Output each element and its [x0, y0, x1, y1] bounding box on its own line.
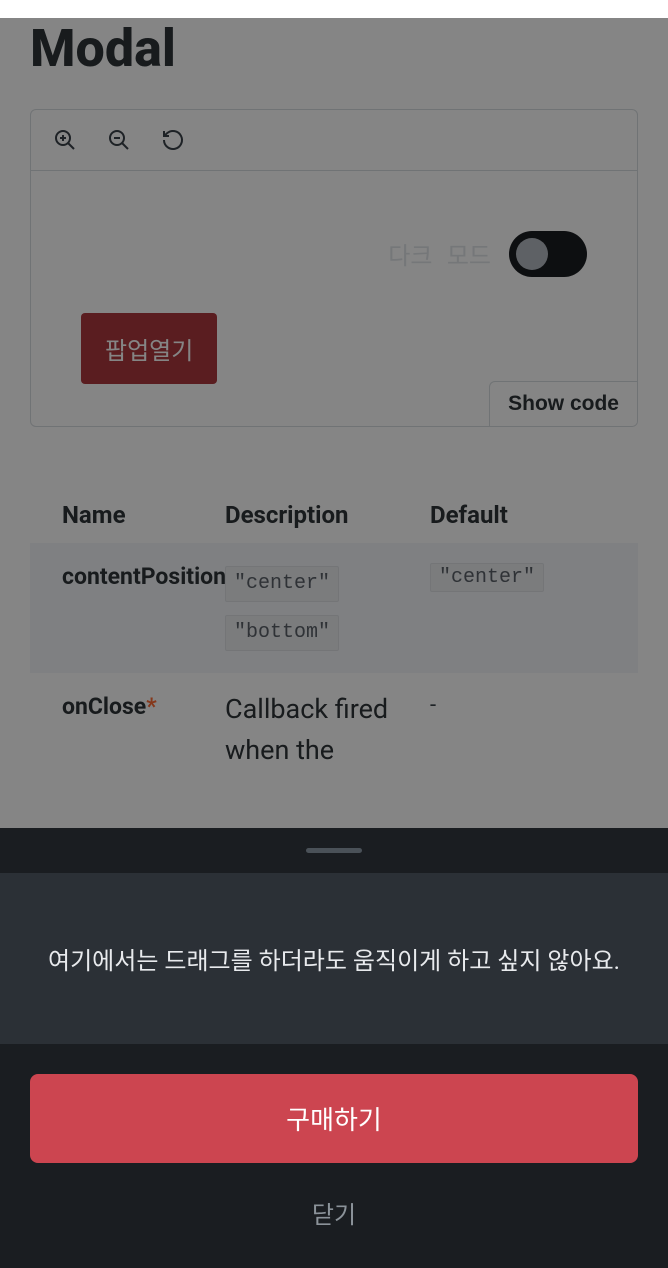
sheet-drag-handle[interactable] — [0, 828, 668, 873]
close-button[interactable]: 닫기 — [30, 1187, 638, 1238]
sheet-actions: 구매하기 닫기 — [0, 1044, 668, 1268]
purchase-button[interactable]: 구매하기 — [30, 1074, 638, 1163]
bottom-sheet: 여기에서는 드래그를 하더라도 움직이게 하고 싶지 않아요. 구매하기 닫기 — [0, 828, 668, 1268]
sheet-message: 여기에서는 드래그를 하더라도 움직이게 하고 싶지 않아요. — [30, 941, 638, 976]
sheet-body: 여기에서는 드래그를 하더라도 움직이게 하고 싶지 않아요. — [0, 873, 668, 1044]
drag-handle-icon — [306, 848, 362, 853]
